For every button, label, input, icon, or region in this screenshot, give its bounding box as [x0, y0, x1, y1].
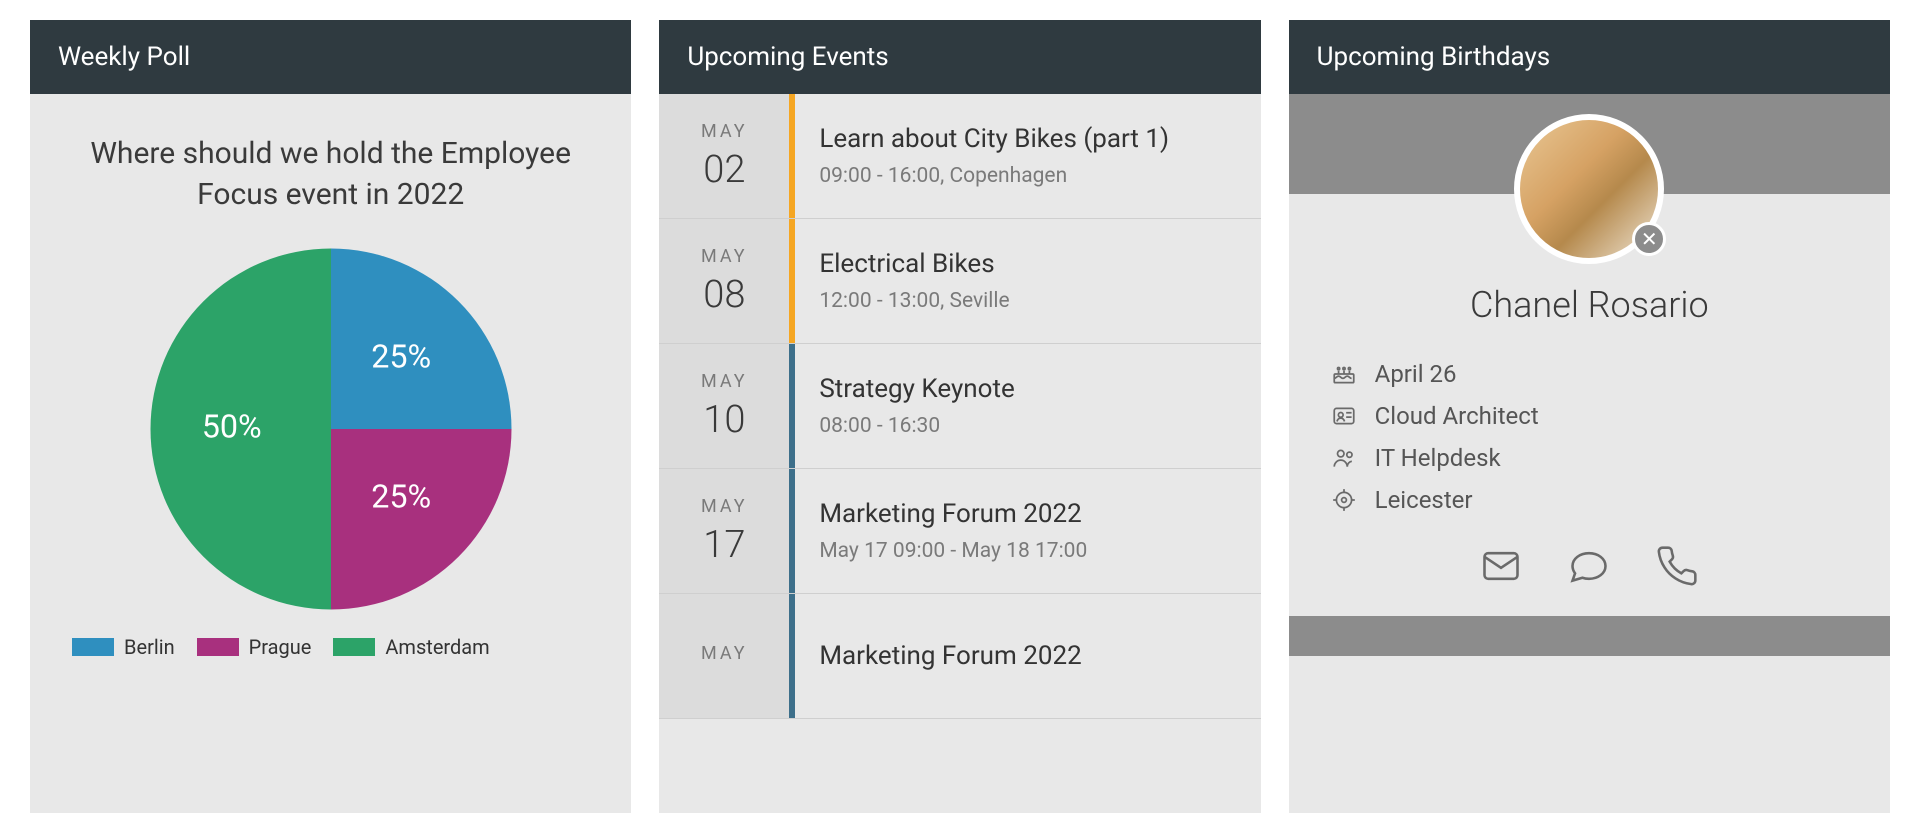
pie-slice[interactable]: [331, 429, 512, 610]
upcoming-events-card: Upcoming Events MAY 02 Learn about City Bi…: [659, 20, 1260, 813]
avatar-wrap: ✕: [1514, 114, 1664, 264]
birthday-role: Cloud Architect: [1375, 402, 1539, 430]
event-row[interactable]: MAY 17 Marketing Forum 2022 May 17 09:00 - …: [659, 469, 1260, 594]
legend-item[interactable]: Amsterdam: [333, 635, 489, 659]
birthday-details: April 26 Cloud Architect IT Helpdesk Lei…: [1289, 360, 1890, 514]
event-body: Marketing Forum 2022: [795, 594, 1260, 718]
event-month: MAY: [701, 643, 748, 664]
event-title: Electrical Bikes: [819, 249, 1236, 279]
event-row[interactable]: MAY 08 Electrical Bikes 12:00 - 13:00, Sevi…: [659, 219, 1260, 344]
birthday-team: IT Helpdesk: [1375, 444, 1501, 472]
pie-slice-label: 25%: [371, 337, 431, 375]
legend-label: Prague: [249, 635, 312, 659]
pie-slice-label: 25%: [371, 478, 431, 516]
legend-label: Amsterdam: [385, 635, 489, 659]
event-date: MAY 08: [659, 219, 789, 343]
event-row[interactable]: MAY Marketing Forum 2022: [659, 594, 1260, 719]
upcoming-birthdays-header: Upcoming Birthdays: [1289, 20, 1890, 94]
mail-icon[interactable]: [1479, 544, 1523, 592]
event-title: Marketing Forum 2022: [819, 499, 1236, 529]
legend-item[interactable]: Prague: [197, 635, 312, 659]
birthday-person-name: Chanel Rosario: [1289, 284, 1890, 326]
event-day: 10: [703, 398, 745, 442]
event-month: MAY: [701, 121, 748, 142]
event-row[interactable]: MAY 02 Learn about City Bikes (part 1) 09:0…: [659, 94, 1260, 219]
phone-icon[interactable]: [1655, 544, 1699, 592]
poll-question: Where should we hold the Employee Focus …: [60, 134, 601, 215]
event-body: Marketing Forum 2022 May 17 09:00 - May 1…: [795, 469, 1260, 593]
people-icon: [1329, 445, 1359, 471]
birthday-banner: ✕: [1289, 94, 1890, 194]
weekly-poll-header: Weekly Poll: [30, 20, 631, 94]
close-icon[interactable]: ✕: [1632, 222, 1666, 256]
event-date: MAY 17: [659, 469, 789, 593]
legend-swatch: [72, 638, 114, 656]
birthday-date-line: April 26: [1329, 360, 1850, 388]
event-body: Electrical Bikes 12:00 - 13:00, Seville: [795, 219, 1260, 343]
birthday-date: April 26: [1375, 360, 1457, 388]
upcoming-events-header: Upcoming Events: [659, 20, 1260, 94]
event-month: MAY: [701, 371, 748, 392]
event-day: 02: [703, 148, 745, 192]
id-card-icon: [1329, 403, 1359, 429]
birthday-location: Leicester: [1375, 486, 1473, 514]
location-target-icon: [1329, 487, 1359, 513]
legend-label: Berlin: [124, 635, 175, 659]
poll-legend: Berlin Prague Amsterdam: [60, 635, 601, 669]
event-detail: 09:00 - 16:00, Copenhagen: [819, 164, 1236, 188]
weekly-poll-card: Weekly Poll Where should we hold the Emp…: [30, 20, 631, 813]
birthday-footer: [1289, 616, 1890, 656]
upcoming-birthdays-card: Upcoming Birthdays ✕ Chanel Rosario Apri…: [1289, 20, 1890, 813]
event-day: 17: [703, 523, 745, 567]
legend-swatch: [197, 638, 239, 656]
event-day: 08: [703, 273, 745, 317]
event-month: MAY: [701, 246, 748, 267]
birthday-location-line: Leicester: [1329, 486, 1850, 514]
event-body: Learn about City Bikes (part 1) 09:00 - 1…: [795, 94, 1260, 218]
event-date: MAY 10: [659, 344, 789, 468]
birthday-team-line: IT Helpdesk: [1329, 444, 1850, 472]
event-date: MAY: [659, 594, 789, 718]
event-title: Learn about City Bikes (part 1): [819, 124, 1236, 154]
pie-slice-label: 50%: [201, 408, 261, 446]
event-detail: May 17 09:00 - May 18 17:00: [819, 539, 1236, 563]
legend-swatch: [333, 638, 375, 656]
events-list: MAY 02 Learn about City Bikes (part 1) 09:0…: [659, 94, 1260, 719]
birthday-actions: [1289, 544, 1890, 616]
event-month: MAY: [701, 496, 748, 517]
event-row[interactable]: MAY 10 Strategy Keynote 08:00 - 16:30: [659, 344, 1260, 469]
event-detail: 08:00 - 16:30: [819, 414, 1236, 438]
event-detail: 12:00 - 13:00, Seville: [819, 289, 1236, 313]
legend-item[interactable]: Berlin: [72, 635, 175, 659]
poll-pie-chart: 25% 25% 50%: [60, 239, 601, 619]
cake-icon: [1329, 361, 1359, 387]
birthday-role-line: Cloud Architect: [1329, 402, 1850, 430]
event-body: Strategy Keynote 08:00 - 16:30: [795, 344, 1260, 468]
event-title: Strategy Keynote: [819, 374, 1236, 404]
chat-icon[interactable]: [1567, 544, 1611, 592]
event-date: MAY 02: [659, 94, 789, 218]
event-title: Marketing Forum 2022: [819, 641, 1236, 671]
poll-content: Where should we hold the Employee Focus …: [30, 94, 631, 669]
